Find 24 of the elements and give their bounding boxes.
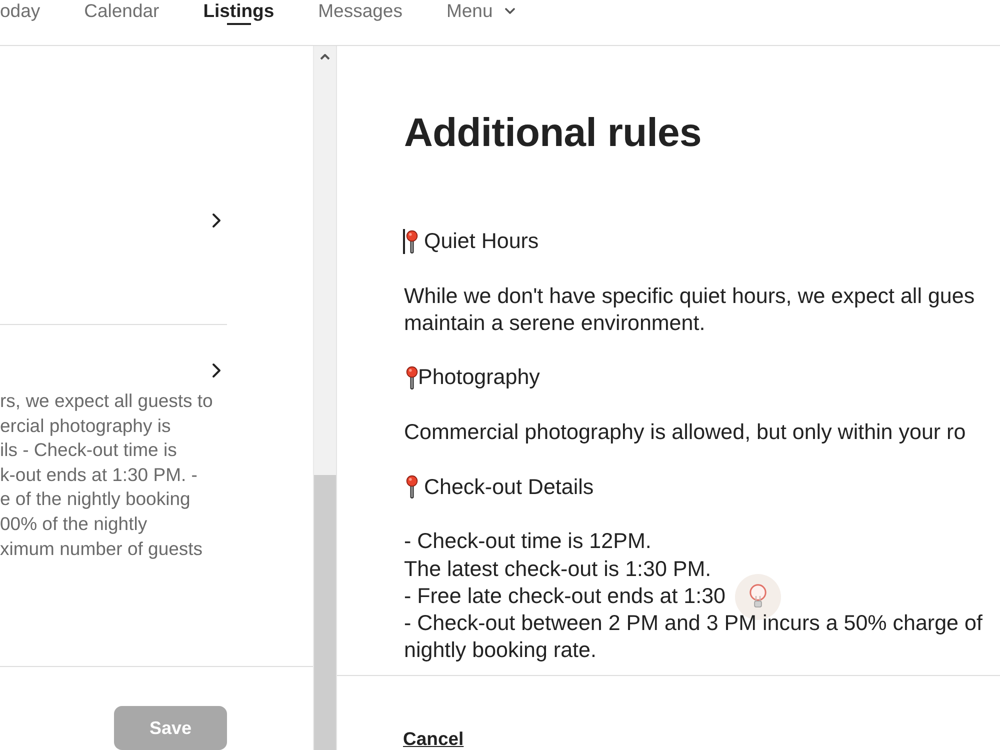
rule-text: - Check-out time is 12PM.	[404, 528, 652, 556]
rule-text: The latest check-out is 1:30 PM.	[404, 556, 712, 583]
nav-tab[interactable]: oday	[0, 0, 40, 25]
nav-tab[interactable]: Messages	[318, 0, 402, 25]
page-heading: Additional rules	[404, 110, 702, 157]
rule-heading: Check-out Details	[422, 474, 594, 501]
rule-text: Commercial photography is allowed, but only within your ro	[404, 419, 966, 446]
pushpin-icon	[406, 230, 418, 254]
rule-text: - Check-out between 2 PM and 3 PM incurs a 50% charge of nightly booking rate.	[404, 610, 982, 664]
nav-tab[interactable]: Calendar	[84, 0, 160, 25]
chevron-right-icon[interactable]	[212, 363, 221, 378]
cancel-link[interactable]: Cancel	[403, 728, 464, 750]
rules-summary-text: rs, we expect all guests to ercial photography is ils - Check-out time is k-out ends at 1:30 PM. - e of the nightly booking 00% of the nightly ximum number of guests	[0, 389, 214, 561]
chevron-right-icon[interactable]	[212, 213, 221, 228]
rule-heading: Photography	[418, 364, 540, 392]
nav-tab[interactable]: Menu	[446, 0, 515, 25]
rule-text: While we don't have specific quiet hours, we expect all gues maintain a serene environment.	[404, 282, 975, 337]
pushpin-icon	[406, 366, 418, 390]
nav-tab[interactable]: Listings	[203, 0, 274, 25]
pushpin-icon	[406, 475, 418, 500]
scrollbar-track[interactable]	[313, 46, 337, 750]
rule-text: - Free late check-out ends at 1:30	[404, 582, 726, 610]
rule-heading: Quiet Hours	[422, 228, 539, 255]
scrollbar-thumb[interactable]	[314, 475, 336, 750]
